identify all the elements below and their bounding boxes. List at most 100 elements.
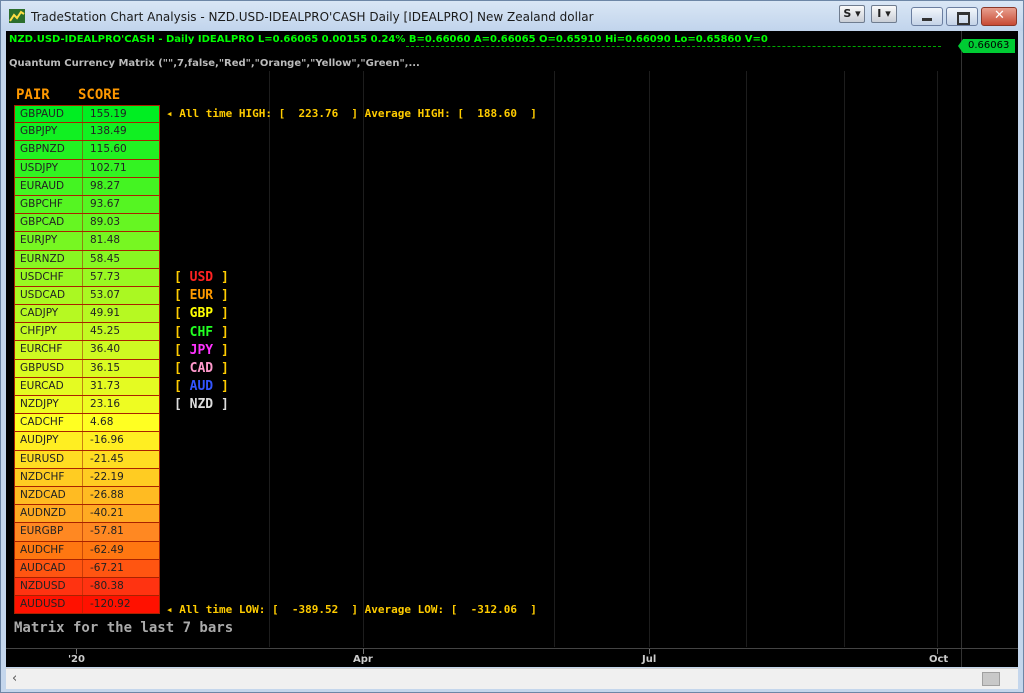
pair-cell: EURGBP [20,525,64,538]
grid-line [554,71,555,647]
pair-cell: CADJPY [20,307,59,320]
currency-item-chf: [ CHF ] [174,325,229,343]
s-dropdown-button[interactable]: S ▾ [839,5,865,23]
currency-item-nzd: [ NZD ] [174,397,229,415]
matrix-row: EURJPY 81.48 [14,232,160,251]
currency-code: CHF [189,324,214,340]
pair-cell: EURCHF [20,343,63,356]
pair-cell: NZDCAD [20,488,66,501]
pair-cell: CHFJPY [20,325,57,338]
score-cell: 58.45 [90,252,121,265]
matrix-row: NZDCHF -22.19 [14,468,160,487]
bracket: ] [213,397,229,413]
price-axis-separator [961,31,962,667]
score-cell: -67.21 [90,561,124,574]
score-column-header: SCORE [78,87,121,103]
score-cell: 57.73 [90,270,121,283]
grid-line [363,71,364,647]
currency-strength-list: [ USD ][ EUR ][ GBP ][ CHF ][ JPY ][ CAD… [174,270,229,416]
time-label-oct: Oct [929,654,949,665]
matrix-row: GBPJPY 138.49 [14,123,160,142]
matrix-row: NZDCAD -26.88 [14,486,160,506]
bracket: [ [174,397,190,413]
cell-divider [82,359,83,377]
bracket: ] [213,324,229,340]
score-cell: 98.27 [90,179,121,192]
bracket: [ [174,342,190,358]
chart-app-icon [9,9,25,23]
pair-cell: EURNZD [20,252,65,265]
minimize-button[interactable] [911,7,943,26]
matrix-row: GBPUSD 36.15 [14,359,160,378]
score-cell: 81.48 [90,234,121,247]
pair-cell: GBPCAD [20,216,65,229]
grid-line [937,71,938,647]
cell-divider [82,468,83,486]
cell-divider [82,377,83,395]
matrix-row: USDCAD 53.07 [14,286,160,306]
pair-column-header: PAIR [16,87,50,103]
cell-divider [82,596,83,614]
chevron-down-icon: ▾ [885,7,891,20]
pair-cell: NZDJPY [20,398,59,410]
chart-area[interactable]: NZD.USD-IDEALPRO'CASH - Daily IDEALPRO L… [6,31,1018,667]
pair-cell: EURAUD [20,179,65,192]
pair-cell: USDCHF [20,270,64,283]
score-cell: 89.03 [90,216,121,229]
pair-cell: AUDUSD [20,598,66,611]
currency-code: GBP [189,306,214,322]
score-cell: 155.19 [90,108,127,120]
scrollbar-thumb[interactable] [982,672,1000,686]
bracket: ] [213,306,229,322]
all-time-high-readout: ◂ All time HIGH: [ 223.76 ] Average HIGH… [166,107,537,120]
bracket: [ [174,288,190,304]
bracket: ] [213,288,229,304]
cell-divider [82,541,83,559]
cell-divider [82,232,83,250]
cell-divider [82,323,83,341]
grid-line [844,71,845,647]
score-cell: 36.40 [90,343,121,356]
close-button[interactable]: ✕ [981,7,1017,26]
cell-divider [82,177,83,195]
last-price-badge: 0.66063 [958,39,1015,53]
indicator-label[interactable]: Quantum Currency Matrix ("",7,false,"Red… [9,58,420,69]
matrix-row: GBPCAD 89.03 [14,214,160,233]
currency-matrix-table: GBPAUD 155.19 GBPJPY 138.49 GBPNZD 115.60 USDJ… [14,105,160,615]
cell-divider [82,523,83,541]
matrix-row: NZDJPY 23.16 [14,396,160,415]
chevron-down-icon: ▾ [855,7,861,20]
pair-cell: CADCHF [20,416,64,429]
cell-divider [82,268,83,286]
time-label-20: '20 [68,654,85,665]
currency-code: EUR [189,288,214,304]
currency-code: JPY [189,342,214,358]
bracket: [ [174,270,190,285]
matrix-row: AUDJPY -16.96 [14,432,160,451]
score-cell: 102.71 [90,161,127,174]
i-dropdown-button[interactable]: I ▾ [871,5,897,23]
score-cell: 49.91 [90,307,121,320]
horizontal-scrollbar[interactable]: ‹ [6,668,1018,689]
matrix-row: GBPAUD 155.19 [14,105,160,124]
currency-item-cad: [ CAD ] [174,361,229,379]
title-bar[interactable]: TradeStation Chart Analysis - NZD.USD-ID… [1,1,1023,31]
pair-cell: USDCAD [20,288,66,301]
matrix-row: EURUSD -21.45 [14,450,160,469]
maximize-button[interactable] [946,7,978,26]
scroll-left-arrow-icon[interactable]: ‹ [12,671,17,686]
matrix-row: AUDCAD -67.21 [14,559,160,578]
matrix-row: EURNZD 58.45 [14,250,160,269]
score-cell: 23.16 [90,398,121,410]
matrix-row: GBPCHF 93.67 [14,195,160,215]
grid-line [746,71,747,647]
cell-divider [82,250,83,268]
cell-divider [82,505,83,523]
currency-item-jpy: [ JPY ] [174,343,229,361]
last-price-line [406,46,941,47]
score-cell: -80.38 [90,579,124,592]
score-cell: -40.21 [90,507,124,520]
matrix-row: USDCHF 57.73 [14,268,160,287]
cell-divider [82,414,83,432]
bracket: [ [174,360,190,376]
